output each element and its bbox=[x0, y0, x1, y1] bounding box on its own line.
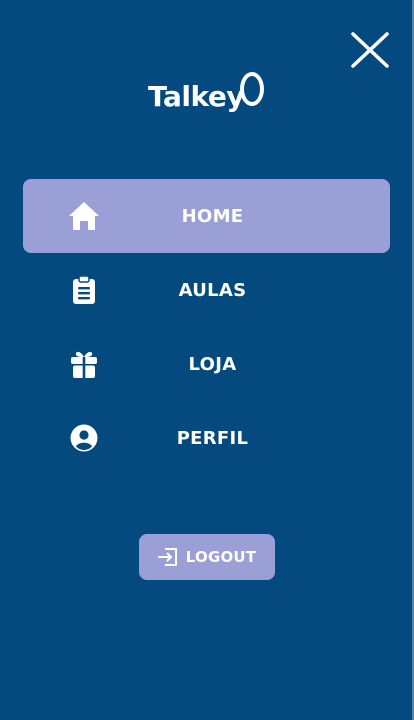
logo-ring-mark bbox=[240, 72, 264, 106]
menu-item-aulas[interactable]: AULAS bbox=[23, 253, 390, 327]
menu-item-label: HOME bbox=[181, 205, 244, 227]
menu-item-label: AULAS bbox=[178, 279, 247, 301]
menu-item-label: PERFIL bbox=[176, 427, 249, 449]
menu-item-loja[interactable]: LOJA bbox=[23, 327, 390, 401]
logout-button[interactable]: LOGOUT bbox=[139, 534, 275, 580]
close-icon bbox=[351, 32, 389, 68]
app-logo: Talkey bbox=[148, 70, 266, 126]
menu-item-home[interactable]: HOME bbox=[23, 179, 390, 253]
close-button[interactable] bbox=[348, 30, 392, 70]
logo-text: Talkey bbox=[148, 80, 245, 113]
main-menu: HOME AULAS LOJA PERFIL bbox=[23, 179, 390, 475]
menu-item-label: LOJA bbox=[188, 353, 237, 375]
logout-label: LOGOUT bbox=[185, 548, 257, 566]
logout-icon bbox=[157, 548, 177, 566]
menu-item-perfil[interactable]: PERFIL bbox=[23, 401, 390, 475]
